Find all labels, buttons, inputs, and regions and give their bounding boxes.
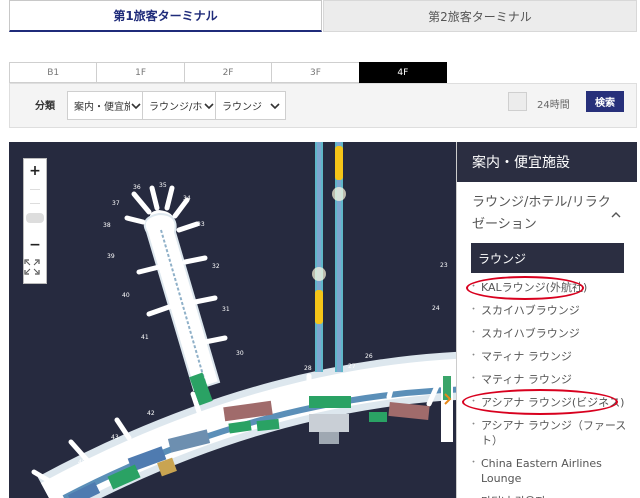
- chevron-down-icon: [203, 100, 215, 112]
- gate-label-46: 46: [47, 488, 55, 495]
- gate-label-43: 43: [111, 434, 119, 441]
- floor-tab-b1[interactable]: B1: [9, 62, 97, 83]
- type-select[interactable]: ラウンジ: [215, 91, 286, 120]
- zoom-control: + −: [23, 158, 47, 284]
- zoom-slider-thumb[interactable]: [26, 213, 44, 223]
- gate-label-45: 45: [78, 459, 86, 466]
- highlight-ellipse: [462, 389, 618, 415]
- list-item[interactable]: アシアナ ラウンジ（ファースト）: [469, 414, 631, 452]
- list-item[interactable]: スカイハブラウンジ: [469, 322, 631, 345]
- gate-label-37: 37: [112, 200, 120, 207]
- lounge-list: KALラウンジ(外航社) スカイハブラウンジ スカイハブラウンジ マティナ ラウ…: [469, 276, 631, 498]
- floor-tab-4f[interactable]: 4F: [358, 62, 448, 83]
- search-button[interactable]: 検索: [586, 91, 624, 112]
- gate-label-41: 41: [141, 334, 149, 341]
- floor-tab-2f[interactable]: 2F: [183, 62, 272, 83]
- gate-label-26: 26: [365, 353, 373, 360]
- filter-label: 分類: [35, 101, 55, 112]
- gate-label-42: 42: [147, 410, 155, 417]
- gate-label-27: 27: [348, 363, 356, 370]
- subcategory-select[interactable]: ラウンジ/ホテル: [142, 91, 220, 120]
- facility-panel: 案内・便宜施設 ラウンジ/ホテル/リラクゼーション ラウンジ KALラウンジ(外…: [456, 142, 637, 498]
- chevron-down-icon: [269, 100, 281, 112]
- tab-terminal-2[interactable]: 第2旅客ターミナル: [323, 0, 637, 32]
- 24h-label: 24時間: [537, 100, 570, 111]
- category-select[interactable]: 案内・便宜施設: [67, 91, 147, 120]
- zoom-out-button[interactable]: −: [24, 235, 46, 255]
- subcategory-heading[interactable]: ラウンジ/ホテル/リラクゼーション: [472, 192, 617, 236]
- zoom-track-tick: [30, 189, 40, 190]
- 24h-checkbox[interactable]: [508, 92, 527, 111]
- list-item[interactable]: 마티나 라운지: [469, 490, 631, 498]
- zoom-in-button[interactable]: +: [24, 161, 46, 181]
- chevron-up-icon[interactable]: [610, 206, 622, 218]
- list-item[interactable]: マティナ ラウンジ: [469, 345, 631, 368]
- fullscreen-icon[interactable]: [24, 259, 46, 279]
- floor-tab-3f[interactable]: 3F: [271, 62, 359, 83]
- gate-label-24: 24: [432, 305, 440, 312]
- panel-title: 案内・便宜施設: [457, 142, 637, 182]
- gate-label-35: 35: [159, 182, 167, 189]
- list-item[interactable]: スカイハブラウンジ: [469, 299, 631, 322]
- highlight-ellipse: [466, 276, 584, 300]
- gate-label-39: 39: [107, 253, 115, 260]
- filter-bar: 分類 案内・便宜施設 ラウンジ/ホテル ラウンジ 24時間 検索: [9, 83, 637, 128]
- tab-terminal-1[interactable]: 第1旅客ターミナル: [9, 0, 322, 32]
- gate-label-40: 40: [122, 292, 130, 299]
- zoom-track-tick: [30, 203, 40, 204]
- gate-label-34: 34: [183, 195, 191, 202]
- chevron-down-icon: [130, 100, 142, 112]
- gate-label-23: 23: [440, 262, 448, 269]
- gate-label-28: 28: [304, 365, 312, 372]
- floor-tab-1f[interactable]: 1F: [96, 62, 184, 83]
- list-item[interactable]: マティナ ラウンジ: [469, 368, 631, 391]
- chevron-right-icon[interactable]: [442, 391, 454, 405]
- category-heading[interactable]: ラウンジ: [471, 243, 624, 273]
- gate-label-30: 30: [236, 350, 244, 357]
- type-select-value: ラウンジ: [222, 102, 262, 113]
- gate-label-32: 32: [212, 263, 220, 270]
- gate-label-25: 25: [387, 369, 395, 376]
- gate-label-33: 33: [197, 221, 205, 228]
- gate-label-29: 29: [249, 395, 257, 402]
- gate-label-36: 36: [133, 184, 141, 191]
- list-item[interactable]: China Eastern Airlines Lounge: [469, 452, 631, 490]
- floor-tabs: B1 1F 2F 3F 4F: [9, 62, 448, 83]
- gate-label-31: 31: [222, 306, 230, 313]
- gate-label-38: 38: [103, 222, 111, 229]
